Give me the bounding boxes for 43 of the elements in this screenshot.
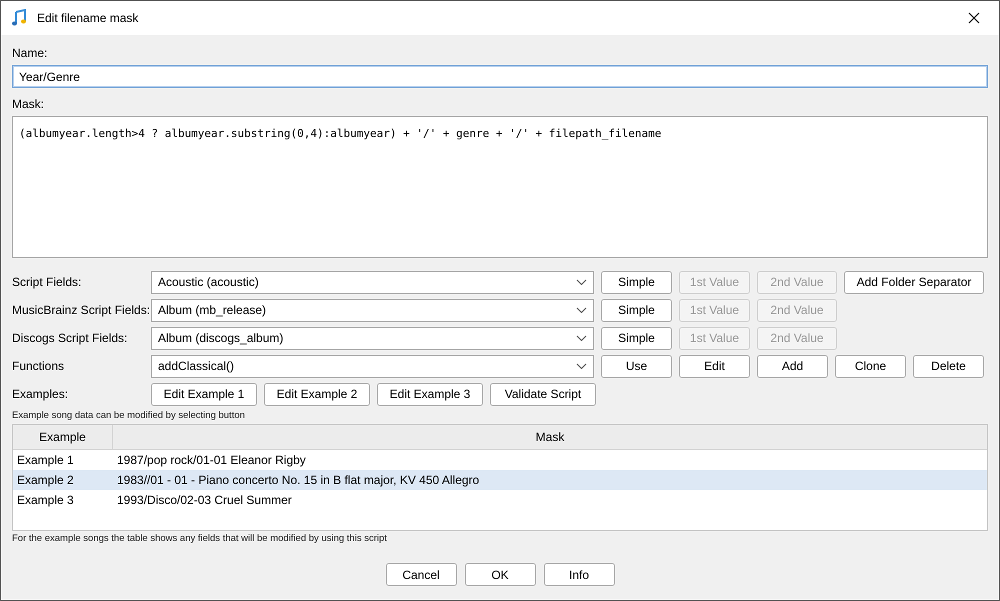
mask-input-field[interactable]: (albumyear.length>4 ? albumyear.substring(0,4):albumyear) + '/' + genre + '/' + filepath_filename <box>12 116 988 258</box>
name-label: Name: <box>12 45 48 61</box>
dropdown[interactable]: Album (mb_release) <box>151 298 594 322</box>
field-label: MusicBrainz Script Fields: <box>12 303 151 317</box>
column-header[interactable]: Example <box>13 425 113 449</box>
table-cell-text: 1987/pop rock/01-01 Eleanor Rigby <box>116 453 307 467</box>
action-button[interactable]: Simple <box>601 270 672 294</box>
table-cell-text: Example 3 <box>16 493 75 507</box>
action-button[interactable]: Add Folder Separator <box>844 270 984 294</box>
dialog-button[interactable]: Cancel <box>386 563 456 586</box>
table-row[interactable]: Example 2 1983//01 - 01 - Piano concerto No. 15 in B flat major, KV 450 Allegro <box>13 470 987 490</box>
action-button[interactable]: Simple <box>601 326 672 350</box>
examples-label: Examples: <box>12 387 70 401</box>
action-button[interactable]: Delete <box>913 354 984 378</box>
field-label: Discogs Script Fields: <box>12 331 128 345</box>
action-button[interactable]: Simple <box>601 298 672 322</box>
dropdown[interactable]: addClassical() <box>151 354 594 378</box>
music-note-icon <box>11 9 29 27</box>
table-cell-text: 1993/Disco/02-03 Cruel Summer <box>116 493 293 507</box>
action-button[interactable]: Edit <box>679 354 750 378</box>
dialog-button[interactable]: Info <box>544 563 614 586</box>
dialog-button[interactable]: OK <box>464 563 536 586</box>
example-button[interactable]: Edit Example 2 <box>264 382 370 406</box>
action-button[interactable]: Clone <box>835 354 906 378</box>
field-label: Functions <box>12 359 66 373</box>
example-button[interactable]: Edit Example 3 <box>377 382 483 406</box>
action-button[interactable]: Add <box>757 354 828 378</box>
table-cell-text: Example 2 <box>16 473 75 487</box>
window-title: Edit filename mask <box>37 11 140 25</box>
example-button[interactable]: Validate Script <box>490 382 596 406</box>
mask-label: Mask: <box>12 96 46 112</box>
close-icon <box>968 12 980 24</box>
name-input-field[interactable]: Year/Genre <box>12 65 988 88</box>
action-button[interactable]: Use <box>601 354 672 378</box>
table-cell-text: 1983//01 - 01 - Piano concerto No. 15 in B flat major, KV 450 Allegro <box>116 473 480 487</box>
dropdown[interactable]: Album (discogs_album) <box>151 326 594 350</box>
field-label: Script Fields: <box>12 275 82 289</box>
table-note: For the example songs the table shows any fields that will be modified by using this script <box>12 533 388 544</box>
examples-hint: Example song data can be modified by selecting button <box>12 410 246 421</box>
column-header[interactable]: Mask <box>113 425 987 449</box>
table-cell-text: Example 1 <box>16 453 75 467</box>
example-button[interactable]: Edit Example 1 <box>151 382 257 406</box>
dropdown[interactable]: Acoustic (acoustic) <box>151 270 594 294</box>
